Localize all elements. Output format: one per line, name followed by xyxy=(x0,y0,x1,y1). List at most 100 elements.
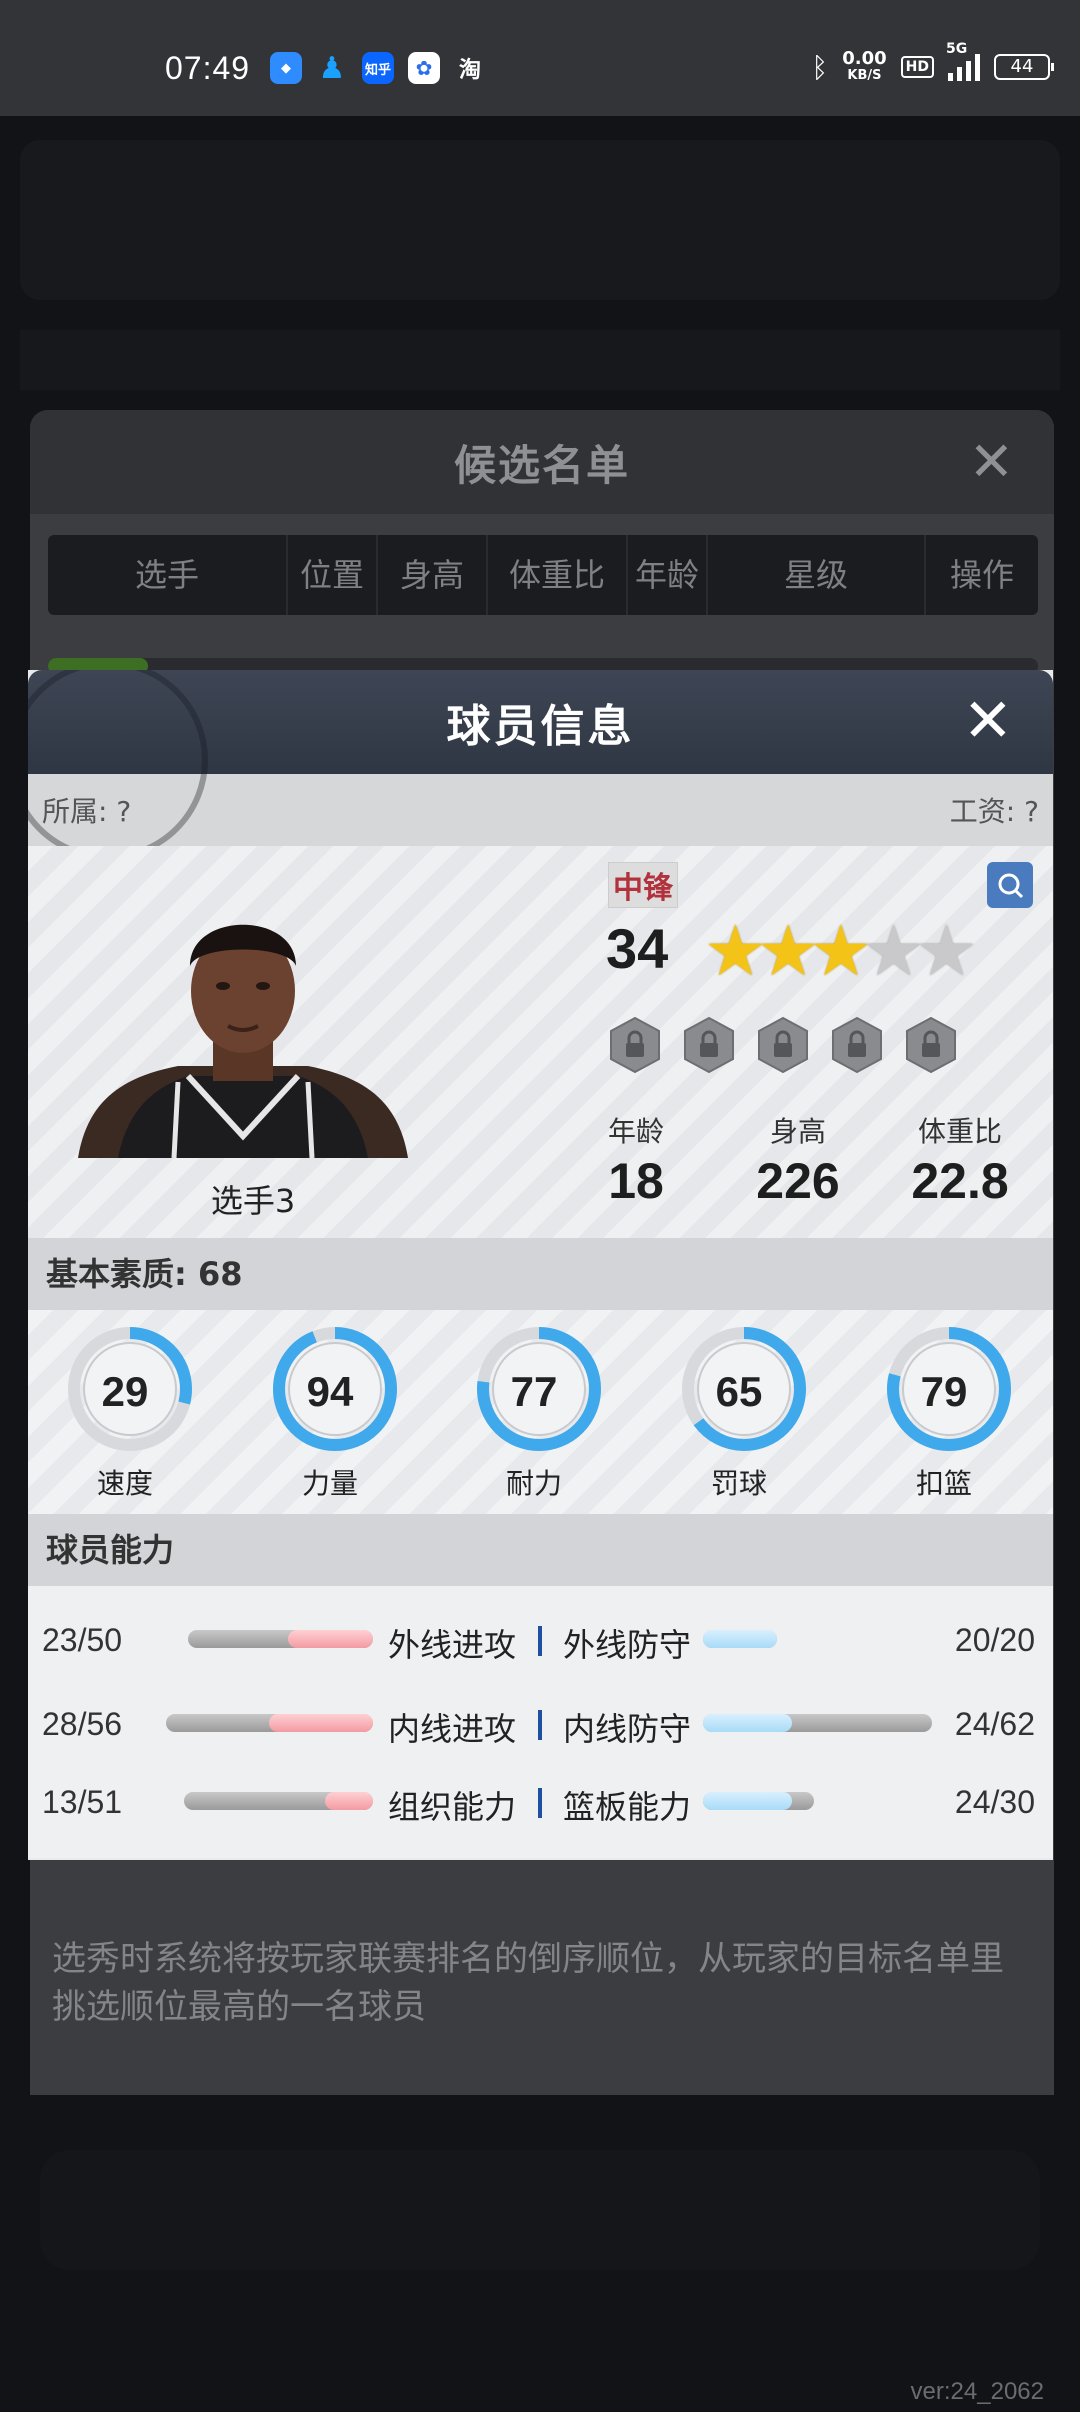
stat-ring: 94 力量 xyxy=(265,1324,405,1502)
close-icon[interactable]: ✕ xyxy=(963,688,1013,754)
ability-row: 28/56 内线进攻 内线防守 24/62 xyxy=(28,1694,1053,1754)
background-header xyxy=(20,140,1060,300)
draft-rule-note: 选秀时系统将按玩家联赛排名的倒序顺位，从玩家的目标名单里挑选顺位最高的一名球员 xyxy=(52,1939,1004,2027)
net-speed-value: 0.00 xyxy=(842,48,887,69)
status-time: 07:49 xyxy=(165,50,251,86)
stat-label: 速度 xyxy=(96,1467,153,1500)
background-bottom-bar xyxy=(40,2150,1040,2270)
ability-left-name: 内线进攻 xyxy=(388,1710,517,1748)
column-height[interactable]: 身高 xyxy=(378,535,488,615)
column-weight-ratio[interactable]: 体重比 xyxy=(488,535,628,615)
ability-right-name: 外线防守 xyxy=(563,1626,692,1664)
signal-icon: 5G xyxy=(946,41,980,81)
ability-left-name: 组织能力 xyxy=(388,1788,517,1826)
weight-ratio-value: 22.8 xyxy=(911,1153,1009,1209)
abilities-list: 23/50 外线进攻 外线防守 20/20 28/56 内线进攻 内线防守 24/62 13/5… xyxy=(28,1586,1053,1858)
ability-right-value: 20/20 xyxy=(954,1622,1035,1658)
ability-left-value: 23/50 xyxy=(42,1622,123,1658)
age-label: 年龄 xyxy=(607,1115,664,1148)
ability-left-value: 28/56 xyxy=(42,1706,123,1742)
background-toolbar xyxy=(20,330,1060,390)
stat-label: 罚球 xyxy=(710,1467,767,1500)
ability-right-bar xyxy=(703,1792,814,1810)
zhihu-icon: 知乎 xyxy=(362,52,394,84)
hd-icon: HD xyxy=(900,56,934,78)
ability-left-bar xyxy=(184,1792,373,1810)
qq-icon: ♟ xyxy=(318,50,346,86)
abilities-header: 球员能力 xyxy=(28,1514,1053,1586)
stat-ring: 79 扣篮 xyxy=(879,1324,1019,1502)
player-summary: 选手3 中锋 34 ★ ★ ★ ★ ★ 年龄 18 身高 226 体重比 22.8 xyxy=(28,846,1053,1238)
player-salary: 工资: ? xyxy=(949,795,1039,828)
ability-divider xyxy=(538,1626,542,1656)
ability-left-value: 13/51 xyxy=(42,1784,123,1820)
stat-ring: 77 耐力 xyxy=(469,1324,609,1502)
height-value: 226 xyxy=(756,1153,840,1209)
age-block: 年龄 18 xyxy=(576,1110,696,1210)
lock-icon xyxy=(684,1016,734,1074)
version-label: ver:24_2062 xyxy=(910,2378,1044,2405)
net-speed: 0.00 KB/S xyxy=(842,50,886,84)
battery-icon: 44 xyxy=(994,54,1054,80)
network-type: 5G xyxy=(946,41,968,57)
taobao-icon: 淘 xyxy=(458,58,481,83)
search-button[interactable] xyxy=(987,862,1033,908)
candidate-close-icon[interactable]: ✕ xyxy=(969,432,1014,492)
lock-icon xyxy=(758,1016,808,1074)
overall-rating: 34 xyxy=(606,917,669,980)
stat-value: 79 xyxy=(920,1368,968,1415)
candidate-table-header: 选手 位置 身高 体重比 年龄 星级 操作 xyxy=(48,535,1038,615)
stat-ring: 65 罚球 xyxy=(674,1324,814,1502)
ability-right-bar xyxy=(703,1630,777,1648)
ability-row: 23/50 外线进攻 外线防守 20/20 xyxy=(28,1610,1053,1670)
star-rating: ★ ★ ★ ★ ★ xyxy=(704,916,978,986)
candidate-list-header: 候选名单 ✕ xyxy=(30,410,1054,514)
height-block: 身高 226 xyxy=(738,1110,858,1210)
status-bar: 07:49 ◆ ♟ 知乎 ✿ 淘 ᛒ 0.00 KB/S HD 5G 44 xyxy=(0,0,1080,116)
basic-quality-header: 基本素质: 68 xyxy=(28,1238,1053,1310)
ability-divider xyxy=(538,1788,542,1818)
ability-right-name: 内线防守 xyxy=(563,1710,692,1748)
search-icon xyxy=(998,873,1024,899)
stat-label: 力量 xyxy=(301,1467,358,1500)
star-empty-icon: ★ xyxy=(915,910,978,992)
weight-ratio-block: 体重比 22.8 xyxy=(900,1110,1020,1210)
ability-right-name: 篮板能力 xyxy=(563,1788,692,1826)
weight-ratio-label: 体重比 xyxy=(917,1115,1002,1148)
ability-right-value: 24/30 xyxy=(954,1784,1035,1820)
skill-slots xyxy=(608,1016,958,1074)
battery-level: 44 xyxy=(1010,56,1034,77)
baidu-icon: ✿ xyxy=(408,52,440,84)
player-avatar xyxy=(78,924,408,1158)
lock-icon xyxy=(906,1016,956,1074)
ability-right-bar xyxy=(703,1714,933,1732)
candidate-list-title: 候选名单 xyxy=(453,440,630,490)
ability-left-name: 外线进攻 xyxy=(388,1626,517,1664)
column-position[interactable]: 位置 xyxy=(288,535,378,615)
player-name: 选手3 xyxy=(210,1182,296,1220)
stat-value: 77 xyxy=(510,1368,558,1415)
ability-divider xyxy=(538,1710,542,1740)
ability-left-bar xyxy=(165,1714,373,1732)
lock-icon xyxy=(832,1016,882,1074)
lock-icon xyxy=(610,1016,660,1074)
stat-value: 29 xyxy=(101,1368,149,1415)
age-value: 18 xyxy=(608,1153,664,1209)
ability-row: 13/51 组织能力 篮板能力 24/30 xyxy=(28,1772,1053,1832)
bluetooth-icon: ᛒ xyxy=(811,50,829,84)
column-action: 操作 xyxy=(949,556,1014,594)
column-age[interactable]: 年龄 xyxy=(628,535,708,615)
position-badge: 中锋 xyxy=(608,862,678,908)
column-player[interactable]: 选手 xyxy=(48,535,288,615)
player-info-modal: 球员信息 ✕ 所属: ? 工资: ? 选手3 中锋 34 ★ ★ ★ ★ ★ 年龄 xyxy=(28,670,1053,1860)
notification-icons: ◆ ♟ 知乎 ✿ 淘 xyxy=(270,50,486,86)
stat-value: 65 xyxy=(715,1368,763,1415)
browser-icon: ◆ xyxy=(270,52,302,84)
column-stars[interactable]: 星级 xyxy=(708,535,926,615)
player-info-title: 球员信息 xyxy=(446,701,635,752)
basic-stats: 29 速度 94 力量 77 耐力 65 罚球 79 扣篮 xyxy=(28,1310,1053,1514)
stat-label: 耐力 xyxy=(505,1467,562,1500)
stat-ring: 29 速度 xyxy=(60,1324,200,1502)
player-info-header: 球员信息 ✕ xyxy=(28,670,1053,860)
height-label: 身高 xyxy=(769,1115,826,1148)
